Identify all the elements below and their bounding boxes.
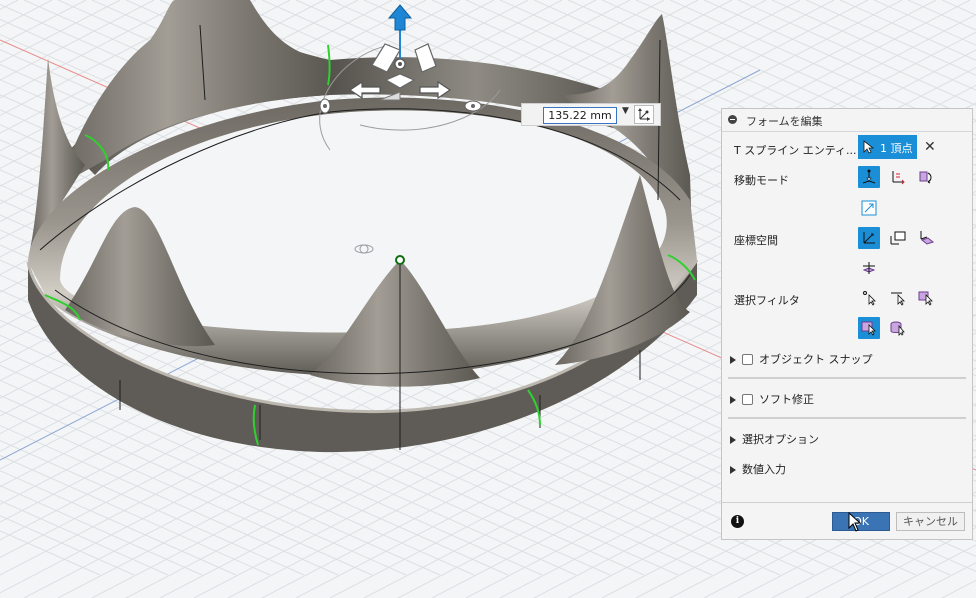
- selection-options-expander[interactable]: 選択オプション: [730, 431, 819, 447]
- multi-move-mode-icon[interactable]: [858, 166, 880, 188]
- info-icon[interactable]: i: [731, 515, 744, 528]
- vertex-filter-icon[interactable]: [858, 287, 880, 309]
- coordinate-space-label: 座標空間: [734, 234, 778, 247]
- numeric-input-label: 数値入力: [742, 463, 786, 476]
- face-filter-icon[interactable]: [915, 287, 937, 309]
- z-arrow-icon: [387, 4, 413, 31]
- edit-form-panel: フォームを編集 T スプライン エンティ... 1 頂点 ✕ 移動モード 座標空…: [721, 108, 973, 540]
- edge-filter-icon[interactable]: [887, 287, 909, 309]
- object-snap-checkbox[interactable]: [742, 354, 753, 365]
- rotate-mode-icon[interactable]: [915, 166, 937, 188]
- object-snap-label: オブジェクト スナップ: [759, 353, 873, 366]
- panel-title: フォームを編集: [746, 115, 823, 128]
- scale-mode-icon[interactable]: [858, 197, 880, 219]
- selection-count: 1 頂点: [880, 142, 913, 155]
- object-filter-icon[interactable]: [858, 317, 880, 339]
- mouse-cursor-icon: [848, 512, 862, 532]
- expand-triangle-icon: [730, 466, 736, 474]
- cursor-icon: [863, 140, 875, 154]
- cancel-button[interactable]: キャンセル: [896, 512, 965, 531]
- parent-space-icon[interactable]: [858, 257, 880, 279]
- expand-triangle-icon: [730, 356, 736, 364]
- panel-header: フォームを編集: [722, 109, 972, 132]
- divider: [728, 377, 966, 379]
- translate-mode-icon[interactable]: [887, 166, 909, 188]
- dimension-input-box: ▼: [521, 103, 661, 126]
- view-space-icon[interactable]: [887, 227, 909, 249]
- selection-label: T スプライン エンティ...: [734, 144, 857, 157]
- expand-triangle-icon: [730, 436, 736, 444]
- local-space-icon[interactable]: [915, 227, 937, 249]
- soft-modify-label: ソフト修正: [759, 393, 814, 406]
- move-mode-label: 移動モード: [734, 174, 789, 187]
- body-filter-icon[interactable]: [887, 317, 909, 339]
- selection-options-label: 選択オプション: [742, 433, 819, 446]
- selected-vertex: [395, 255, 405, 265]
- expand-triangle-icon: [730, 396, 736, 404]
- clear-selection-icon[interactable]: ✕: [924, 139, 936, 155]
- selection-button[interactable]: 1 頂点: [858, 135, 917, 159]
- numeric-input-expander[interactable]: 数値入力: [730, 461, 786, 477]
- divider: [722, 502, 972, 503]
- soft-modify-expander[interactable]: ソフト修正: [730, 391, 814, 407]
- object-snap-expander[interactable]: オブジェクト スナップ: [730, 351, 873, 367]
- selection-filter-label: 選択フィルタ: [734, 294, 800, 307]
- collapse-icon[interactable]: [728, 115, 737, 124]
- soft-modify-checkbox[interactable]: [742, 394, 753, 405]
- divider: [728, 417, 966, 419]
- dimension-input[interactable]: [543, 107, 617, 124]
- world-space-icon[interactable]: [858, 227, 880, 249]
- dropdown-arrow-icon[interactable]: ▼: [622, 106, 629, 116]
- triad-icon[interactable]: [634, 105, 654, 124]
